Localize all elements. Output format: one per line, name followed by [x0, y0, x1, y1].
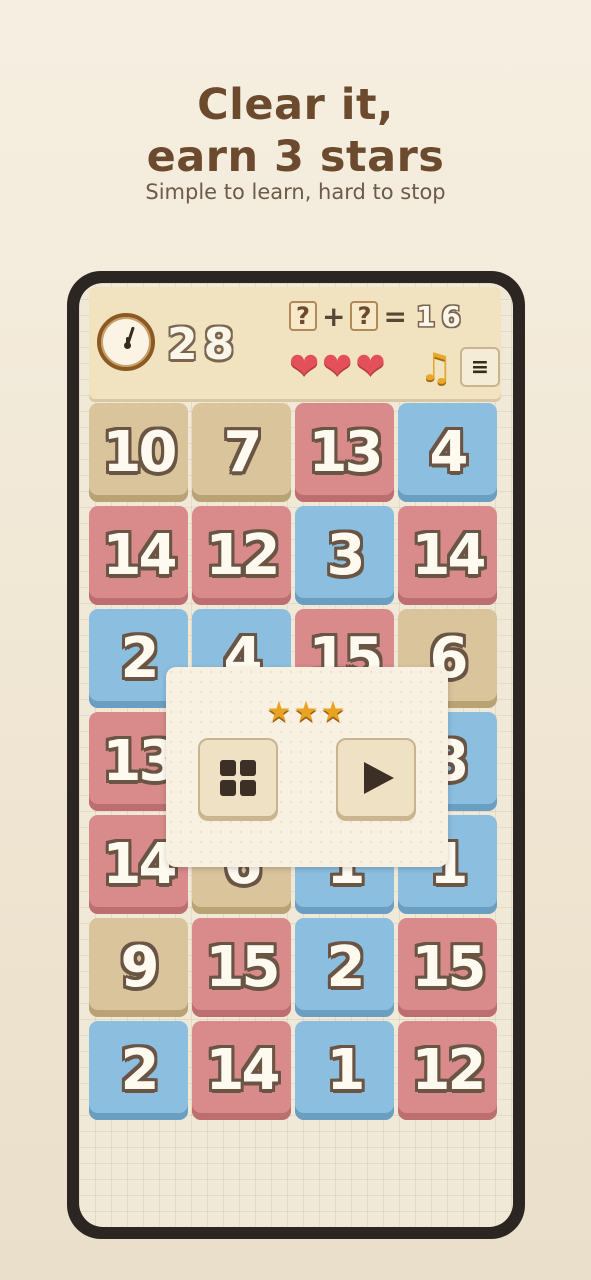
equation-operator: +	[322, 299, 346, 333]
number-tile[interactable]: 7	[192, 403, 291, 502]
equation-equals: =	[383, 299, 407, 333]
heart-icon: ❤	[355, 346, 386, 387]
number-tile[interactable]: 14	[89, 506, 188, 605]
timer-value: 28	[167, 319, 241, 370]
promo-headline-line2: earn 3 stars	[146, 132, 445, 182]
heart-icon: ❤	[322, 346, 353, 387]
promo-subheadline: Simple to learn, hard to stop	[145, 180, 446, 204]
number-tile[interactable]: 9	[89, 918, 188, 1017]
number-tile[interactable]: 15	[192, 918, 291, 1017]
levels-button[interactable]	[198, 738, 278, 818]
target-equation: ? + ? = 16	[289, 299, 467, 333]
number-tile[interactable]: 12	[192, 506, 291, 605]
play-next-button[interactable]	[336, 738, 416, 818]
number-tile[interactable]: 13	[295, 403, 394, 502]
number-tile[interactable]: 2	[295, 918, 394, 1017]
number-tile[interactable]: 2	[89, 1021, 188, 1120]
game-hud: 28 ? + ? = 16 ❤ ❤ ❤ ♫ ≡	[89, 287, 501, 399]
number-tile[interactable]: 4	[398, 403, 497, 502]
number-tile[interactable]: 15	[398, 918, 497, 1017]
equation-target: 16	[415, 299, 467, 333]
game-screen: 28 ? + ? = 16 ❤ ❤ ❤ ♫ ≡ 10 7 13 4 14 12 3 14 2 4 15 6…	[79, 283, 513, 1227]
equation-operand-2: ?	[350, 301, 379, 331]
number-tile[interactable]: 12	[398, 1021, 497, 1120]
heart-icon: ❤	[289, 346, 320, 387]
menu-button[interactable]: ≡	[460, 347, 500, 387]
number-tile[interactable]: 3	[295, 506, 394, 605]
number-tile[interactable]: 14	[398, 506, 497, 605]
number-tile[interactable]: 1	[295, 1021, 394, 1120]
stars-rating: ★★★	[266, 695, 348, 728]
promo-headline-line1: Clear it,	[197, 80, 394, 130]
number-tile[interactable]: 10	[89, 403, 188, 502]
level-complete-popup: ★★★	[166, 667, 448, 867]
music-toggle-icon[interactable]: ♫	[419, 345, 453, 389]
equation-operand-1: ?	[289, 301, 317, 331]
play-icon	[364, 762, 394, 794]
number-tile[interactable]: 14	[192, 1021, 291, 1120]
grid-icon	[220, 760, 256, 796]
lives: ❤ ❤ ❤	[289, 347, 386, 387]
clock-icon	[97, 313, 155, 371]
phone-frame: 28 ? + ? = 16 ❤ ❤ ❤ ♫ ≡ 10 7 13 4 14 12 3 14 2 4 15 6…	[67, 271, 525, 1239]
